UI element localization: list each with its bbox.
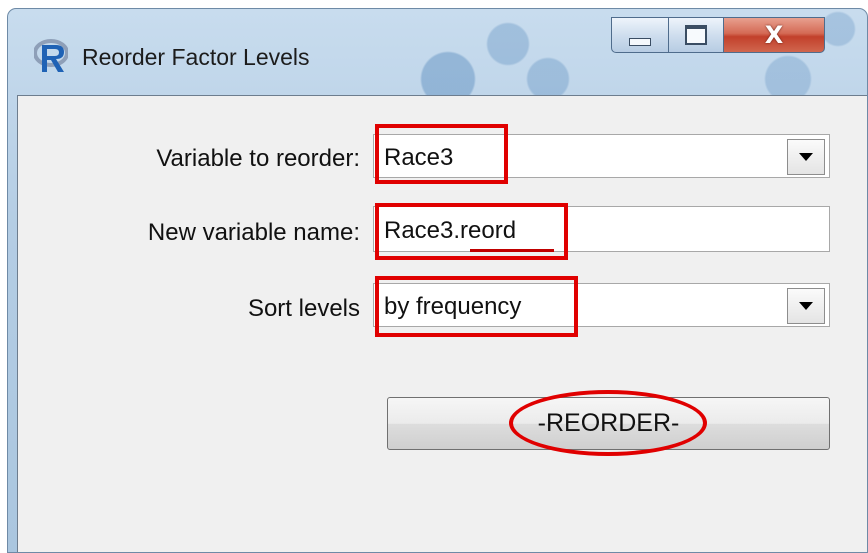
variable-label: Variable to reorder: [156, 145, 360, 172]
maximize-button[interactable] [668, 17, 724, 53]
close-button[interactable]: X [723, 17, 825, 53]
chevron-down-icon [799, 153, 813, 161]
sort-label: Sort levels [247, 295, 360, 322]
annotation-box-newname [375, 203, 568, 260]
maximize-icon [685, 25, 707, 45]
dialog-window: Reorder Factor Levels X Variable to reor… [7, 8, 868, 553]
annotation-box-sort [375, 276, 578, 337]
sort-dropdown-button[interactable] [787, 288, 825, 324]
chevron-down-icon [799, 302, 813, 310]
close-icon: X [764, 21, 784, 49]
newname-label: New variable name: [147, 219, 360, 246]
variable-dropdown-button[interactable] [787, 139, 825, 175]
r-logo-icon [34, 39, 68, 72]
minimize-button[interactable] [611, 17, 669, 53]
window-title: Reorder Factor Levels [82, 44, 310, 70]
reorder-button[interactable]: -REORDER- [387, 390, 830, 456]
reorder-button-label: -REORDER- [537, 409, 680, 437]
minimize-icon [629, 38, 651, 46]
annotation-box-variable [375, 124, 508, 184]
dialog-content: Variable to reorder: Race3 New variable … [17, 95, 867, 552]
